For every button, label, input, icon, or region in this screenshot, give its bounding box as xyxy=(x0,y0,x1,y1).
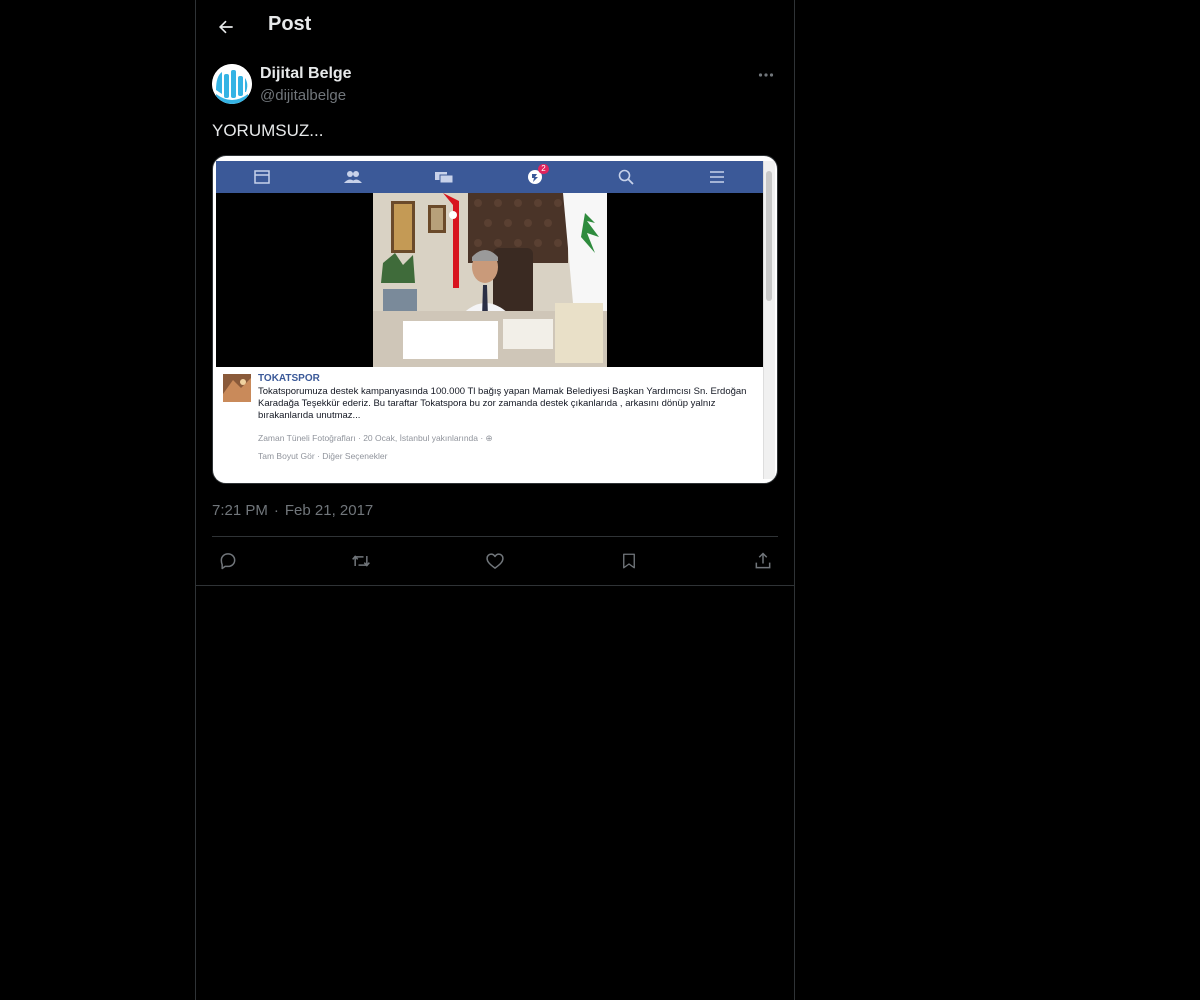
reply-button[interactable] xyxy=(216,549,240,573)
back-button[interactable] xyxy=(208,9,244,45)
share-icon xyxy=(755,552,771,569)
timestamp-separator: · xyxy=(273,502,279,519)
more-options-button[interactable] xyxy=(754,64,778,86)
menu-icon xyxy=(708,168,726,186)
facebook-navbar: 2 xyxy=(216,161,763,193)
more-icon xyxy=(758,73,774,77)
post-actions xyxy=(212,537,778,585)
facebook-caption: Tokatsporumuza destek kampanyasında 100.… xyxy=(258,386,747,421)
dijital-belge-logo xyxy=(212,64,252,104)
post-date: Feb 21, 2017 xyxy=(284,502,374,519)
facebook-meta: Zaman Tüneli Fotoğrafları · 20 Ocak, İst… xyxy=(258,433,493,443)
like-icon xyxy=(486,553,504,569)
scroll-thumb xyxy=(766,171,772,301)
page-thumbnail xyxy=(223,374,251,402)
repost-button[interactable] xyxy=(349,549,373,573)
messages-icon xyxy=(435,168,453,186)
author-name[interactable]: Dijital Belge xyxy=(260,65,352,83)
facebook-page-name: TOKATSPOR xyxy=(258,373,320,384)
search-icon xyxy=(617,168,635,186)
notification-badge: 2 xyxy=(538,164,549,174)
friends-icon xyxy=(344,168,362,186)
facebook-post: TOKATSPOR Tokatsporumuza destek kampanya… xyxy=(216,367,763,480)
post-media[interactable]: 2 TOKATSPOR Tokatsporumuza destek kampan… xyxy=(212,155,778,484)
news-feed-icon xyxy=(253,168,271,186)
thread-divider xyxy=(196,585,794,586)
bookmark-button[interactable] xyxy=(617,549,641,573)
page-title: Post xyxy=(268,13,312,35)
facebook-scrollbar xyxy=(763,161,775,479)
post-text: YORUMSUZ... xyxy=(212,121,324,140)
reply-icon xyxy=(220,553,236,570)
arrow-left-icon xyxy=(218,20,233,34)
facebook-actions: Tam Boyut Gör · Diğer Seçenekler xyxy=(258,451,388,461)
office-photo xyxy=(373,193,607,367)
top-bar: Post xyxy=(196,0,794,54)
photo-viewer xyxy=(216,193,763,367)
post-timestamp[interactable]: 7:21 PM · Feb 21, 2017 xyxy=(212,502,379,519)
like-button[interactable] xyxy=(483,549,507,573)
main-column: Post Dijital Belge @dijitalbelge YORUMSU… xyxy=(195,0,795,1000)
author-handle[interactable]: @dijitalbelge xyxy=(260,87,346,104)
bookmark-icon xyxy=(623,553,635,569)
repost-icon xyxy=(352,555,370,567)
share-button[interactable] xyxy=(751,549,775,573)
avatar[interactable] xyxy=(212,64,252,104)
post-time: 7:21 PM xyxy=(212,502,268,519)
